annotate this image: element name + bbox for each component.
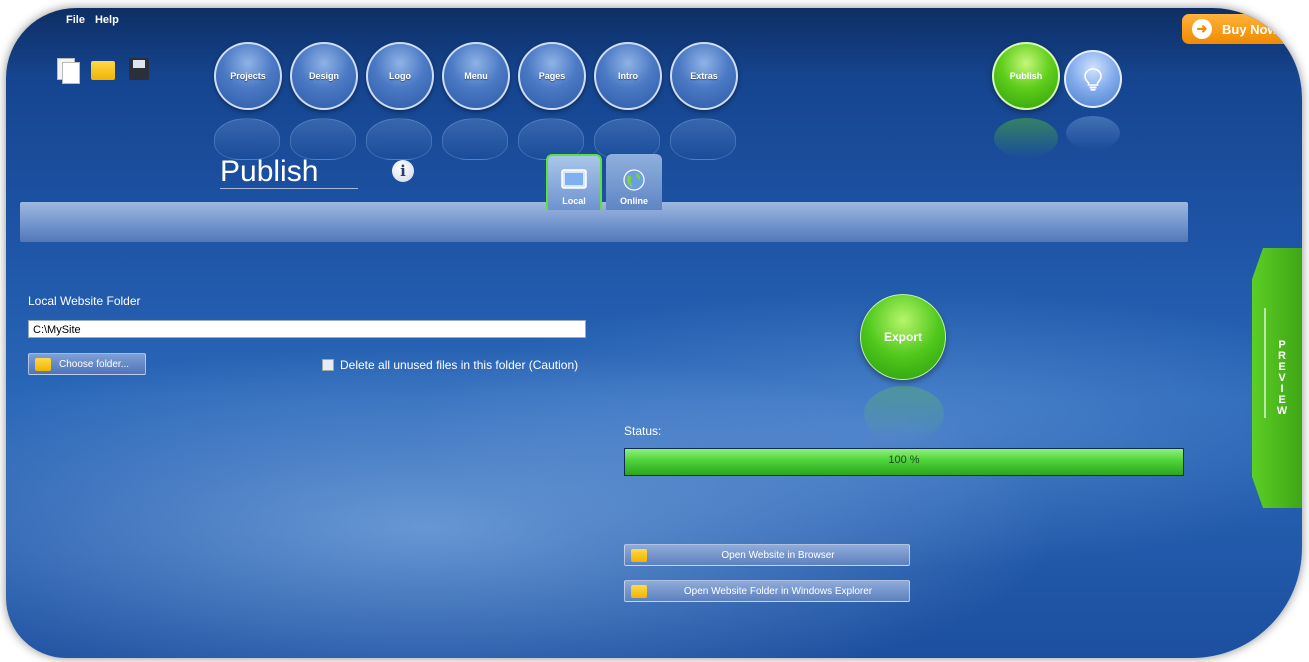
progress-bar: 100 %	[624, 448, 1184, 476]
reflection	[994, 118, 1058, 158]
main-nav: Projects Design Logo Menu Pages Intro Ex…	[214, 42, 738, 160]
page-title: Publish	[220, 156, 359, 189]
preview-letter: P	[1278, 338, 1286, 351]
preview-letter: V	[1278, 371, 1286, 384]
open-website-folder-button[interactable]: Open Website Folder in Windows Explorer	[624, 580, 910, 602]
menu-bar: File Help	[66, 14, 119, 26]
open-folder-icon[interactable]	[90, 56, 116, 82]
nav-logo-button[interactable]: Logo	[366, 42, 434, 160]
preview-letter: W	[1276, 404, 1288, 417]
reflection	[1066, 116, 1120, 150]
preview-letter: E	[1278, 393, 1286, 406]
status-label: Status:	[624, 424, 662, 438]
nav-projects-button[interactable]: Projects	[214, 42, 282, 160]
nav-label: Pages	[538, 71, 566, 81]
menu-help[interactable]: Help	[95, 14, 119, 26]
app-window: File Help Projects Design Logo Menu Page…	[6, 8, 1302, 658]
nav-label: Intro	[618, 71, 638, 81]
reflection	[214, 118, 280, 160]
divider	[1264, 308, 1266, 418]
export-button[interactable]: Export	[860, 294, 946, 380]
save-icon[interactable]	[126, 56, 152, 82]
reflection	[290, 118, 356, 160]
nav-design-button[interactable]: Design	[290, 42, 358, 160]
buy-now-button[interactable]: ➜ Buy Now	[1182, 14, 1302, 44]
delete-unused-checkbox[interactable]: Delete all unused files in this folder (…	[322, 358, 578, 372]
monitor-icon	[561, 169, 587, 189]
reflection	[366, 118, 432, 160]
new-file-icon[interactable]	[54, 56, 80, 84]
nav-label: Projects	[230, 71, 266, 81]
nav-intro-button[interactable]: Intro	[594, 42, 662, 160]
open-explorer-label: Open Website Folder in Windows Explorer	[683, 585, 873, 597]
lightbulb-icon	[1084, 68, 1102, 91]
nav-extras-button[interactable]: Extras	[670, 42, 738, 160]
open-browser-label: Open Website in Browser	[721, 549, 835, 561]
folder-icon	[35, 357, 51, 371]
nav-label: Menu	[464, 71, 488, 81]
file-toolbar	[54, 56, 152, 84]
tab-label: Online	[619, 196, 648, 206]
checkbox-box[interactable]	[322, 359, 334, 371]
info-icon[interactable]: i	[392, 160, 414, 182]
folder-icon	[631, 584, 647, 598]
tab-label: Local	[562, 196, 586, 206]
menu-file[interactable]: File	[66, 14, 85, 26]
nav-label: Design	[308, 71, 339, 81]
nav-pages-button[interactable]: Pages	[518, 42, 586, 160]
folder-icon	[631, 548, 647, 562]
reflection	[864, 386, 944, 442]
folder-label: Local Website Folder	[28, 294, 141, 308]
folder-path-input[interactable]: C:\MySite	[28, 320, 586, 338]
nav-label: Publish	[1009, 71, 1043, 81]
choose-folder-button[interactable]: Choose folder...	[28, 353, 146, 375]
reflection	[670, 118, 736, 160]
preview-letter: E	[1278, 360, 1286, 373]
tab-local[interactable]: Local	[546, 154, 602, 210]
help-button[interactable]	[1064, 50, 1122, 108]
export-label: Export	[883, 330, 922, 344]
tab-online[interactable]: Online	[606, 154, 662, 210]
choose-folder-label: Choose folder...	[59, 358, 130, 370]
nav-menu-button[interactable]: Menu	[442, 42, 510, 160]
publish-tabs: Local Online	[546, 154, 662, 210]
preview-letter: R	[1278, 349, 1286, 362]
checkbox-label: Delete all unused files in this folder (…	[340, 358, 579, 372]
reflection	[442, 118, 508, 160]
globe-icon	[623, 169, 645, 191]
nav-publish-button[interactable]: Publish	[992, 42, 1060, 110]
nav-label: Logo	[389, 71, 411, 81]
progress-text: 100 %	[888, 454, 920, 466]
preview-tab[interactable]: P R E V I E W	[1252, 248, 1302, 508]
open-website-browser-button[interactable]: Open Website in Browser	[624, 544, 910, 566]
buy-now-label: Buy Now	[1222, 21, 1278, 37]
arrow-right-icon: ➜	[1192, 19, 1212, 39]
preview-letter: I	[1280, 382, 1284, 395]
nav-label: Extras	[690, 71, 718, 81]
